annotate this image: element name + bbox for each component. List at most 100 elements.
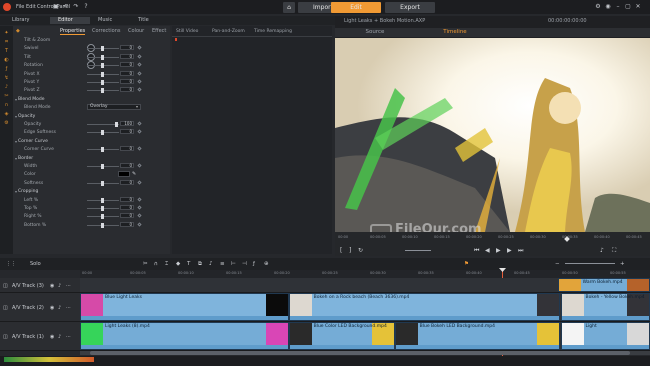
track-visibility-icon[interactable]: ◉ xyxy=(50,334,54,340)
marker-icon[interactable]: ◆ xyxy=(176,261,180,267)
track-name[interactable]: A/V Track (2) xyxy=(12,305,44,311)
track-name[interactable]: A/V Track (1) xyxy=(12,334,44,340)
solo-label[interactable]: Solo xyxy=(30,261,41,267)
timeline-clip[interactable]: Light Leaks (8).mp4 xyxy=(80,322,289,350)
track-more-icon[interactable]: ⋯ xyxy=(66,334,71,340)
help-icon[interactable]: ? xyxy=(82,3,90,11)
slider-knob[interactable] xyxy=(101,80,104,85)
track-visibility-icon[interactable]: ◉ xyxy=(50,305,54,311)
param-slider[interactable] xyxy=(87,46,119,52)
eyedropper-icon[interactable]: ✎ xyxy=(132,171,136,177)
keyframe-marker[interactable] xyxy=(175,38,177,41)
timeline-clip[interactable]: Warm Bokeh.mp4 xyxy=(557,278,650,292)
track-audio-icon[interactable]: ♪ xyxy=(58,283,61,289)
text-icon[interactable]: T xyxy=(187,261,190,267)
loop-icon[interactable]: ↻ xyxy=(358,247,363,254)
track-more-icon[interactable]: ⋯ xyxy=(66,283,71,289)
menu-edit[interactable]: Edit xyxy=(26,4,36,10)
motion-icon[interactable]: ↯ xyxy=(3,75,10,82)
color-swatch[interactable] xyxy=(118,171,130,178)
scissors-icon[interactable]: ✂ xyxy=(143,261,148,267)
section-collapse-icon[interactable]: ▾ xyxy=(15,156,17,161)
mark-out-icon[interactable]: ] xyxy=(349,247,351,254)
star-icon[interactable]: ✦ xyxy=(3,30,10,37)
timeline-scrollbar-thumb[interactable] xyxy=(90,351,630,355)
volume-icon[interactable]: ♪ xyxy=(600,247,604,254)
fx-icon[interactable]: ƒ xyxy=(253,261,255,267)
editor-tab-properties[interactable]: Properties xyxy=(60,28,86,35)
blend-mode-select[interactable]: Overlay xyxy=(87,104,141,111)
param-value-field[interactable]: 0 xyxy=(120,179,134,185)
preview-tab-source[interactable]: Source xyxy=(345,29,405,35)
skip-end-icon[interactable]: ⏭ xyxy=(518,247,523,255)
magnet-icon[interactable]: ∩ xyxy=(3,102,10,109)
library-tab-editor[interactable]: Editor xyxy=(50,17,90,24)
minimize-icon[interactable]: – xyxy=(614,3,622,11)
slider-knob[interactable] xyxy=(101,88,104,94)
param-slider[interactable] xyxy=(87,88,119,94)
slider-knob[interactable] xyxy=(101,46,104,52)
param-slider[interactable] xyxy=(87,164,119,169)
zoom-in-icon[interactable]: + xyxy=(620,261,625,267)
skip-start-icon[interactable]: ⏮ xyxy=(474,247,479,255)
timeline-clip[interactable]: Blue Light Leaks xyxy=(80,293,289,321)
param-value-field[interactable]: 0 xyxy=(120,196,134,202)
track-audio-icon[interactable]: ♪ xyxy=(58,305,61,311)
redo-icon[interactable]: ↷ xyxy=(72,3,80,11)
slider-knob[interactable] xyxy=(101,63,104,69)
step-back-icon[interactable]: ◀ xyxy=(485,247,490,254)
param-slider[interactable] xyxy=(87,206,119,211)
slider-knob[interactable] xyxy=(101,147,104,153)
color-icon[interactable]: ◐ xyxy=(3,57,10,64)
timeline-zoom-slider[interactable] xyxy=(565,263,615,264)
param-value-field[interactable]: 0 xyxy=(120,79,134,84)
gear-icon[interactable]: ⚙ xyxy=(3,120,10,127)
step-forward-icon[interactable]: ▶ xyxy=(507,247,512,254)
slider-knob[interactable] xyxy=(101,180,104,186)
library-tab-music[interactable]: Music xyxy=(90,17,130,24)
param-value-field[interactable]: 0 xyxy=(120,213,134,219)
slider-knob[interactable] xyxy=(101,197,104,203)
video-preview[interactable] xyxy=(335,38,650,232)
audio-icon[interactable]: ♪ xyxy=(3,84,10,91)
snap-icon[interactable]: ⊣ xyxy=(242,261,247,267)
menu-file[interactable]: File xyxy=(16,4,24,10)
editor-tab-colour[interactable]: Colour xyxy=(128,28,144,34)
slider-knob[interactable] xyxy=(101,54,104,60)
keyframe-tab-still-video[interactable]: Still Video xyxy=(176,29,198,34)
param-value-field[interactable]: 0 xyxy=(120,53,134,59)
timeline-clip[interactable]: Light xyxy=(560,322,650,350)
timeline-clip[interactable]: Blue Bokeh LED Background.mp4 xyxy=(394,322,561,350)
marker-flag-icon[interactable]: ⚑ xyxy=(464,261,469,267)
text-icon[interactable]: T xyxy=(3,48,10,55)
param-value-field[interactable]: 0 xyxy=(120,87,134,93)
home-button[interactable]: ⌂ xyxy=(283,2,295,13)
param-slider[interactable] xyxy=(87,63,119,69)
section-collapse-icon[interactable]: ▾ xyxy=(15,139,17,144)
keyframe-tab-pan-and-zoom[interactable]: Pan-and-Zoom xyxy=(212,29,245,34)
editor-tab-effect[interactable]: Effect xyxy=(152,28,166,34)
param-slider[interactable] xyxy=(87,122,119,127)
param-slider[interactable] xyxy=(87,180,119,186)
param-value-field[interactable]: 0 xyxy=(120,146,134,152)
section-opacity[interactable]: Opacity xyxy=(18,114,35,119)
param-value-field[interactable]: 0 xyxy=(120,205,134,210)
audio-icon[interactable]: ♪ xyxy=(209,261,213,267)
tag-icon[interactable]: ◈ xyxy=(3,111,10,118)
track-lock-icon[interactable]: ◫ xyxy=(3,334,8,340)
param-slider[interactable] xyxy=(87,222,119,228)
track-audio-icon[interactable]: ♪ xyxy=(58,334,61,340)
close-icon[interactable]: ✕ xyxy=(634,3,642,11)
slider-knob[interactable] xyxy=(101,222,104,228)
param-slider[interactable] xyxy=(87,80,119,85)
param-slider[interactable] xyxy=(87,54,119,60)
track-visibility-icon[interactable]: ◉ xyxy=(50,283,54,289)
razor-icon[interactable]: ⊢ xyxy=(231,261,236,267)
param-value-field[interactable]: 0 xyxy=(120,163,134,168)
param-slider[interactable] xyxy=(87,71,119,77)
timeline-clip[interactable]: Bokeh - Yellow Bokeh.mp4 xyxy=(560,293,650,321)
param-slider[interactable] xyxy=(87,214,119,220)
zoom-out-icon[interactable]: − xyxy=(555,261,560,267)
crop-icon[interactable]: ⌗ xyxy=(3,39,10,46)
param-value-field[interactable]: 0 xyxy=(120,45,134,51)
